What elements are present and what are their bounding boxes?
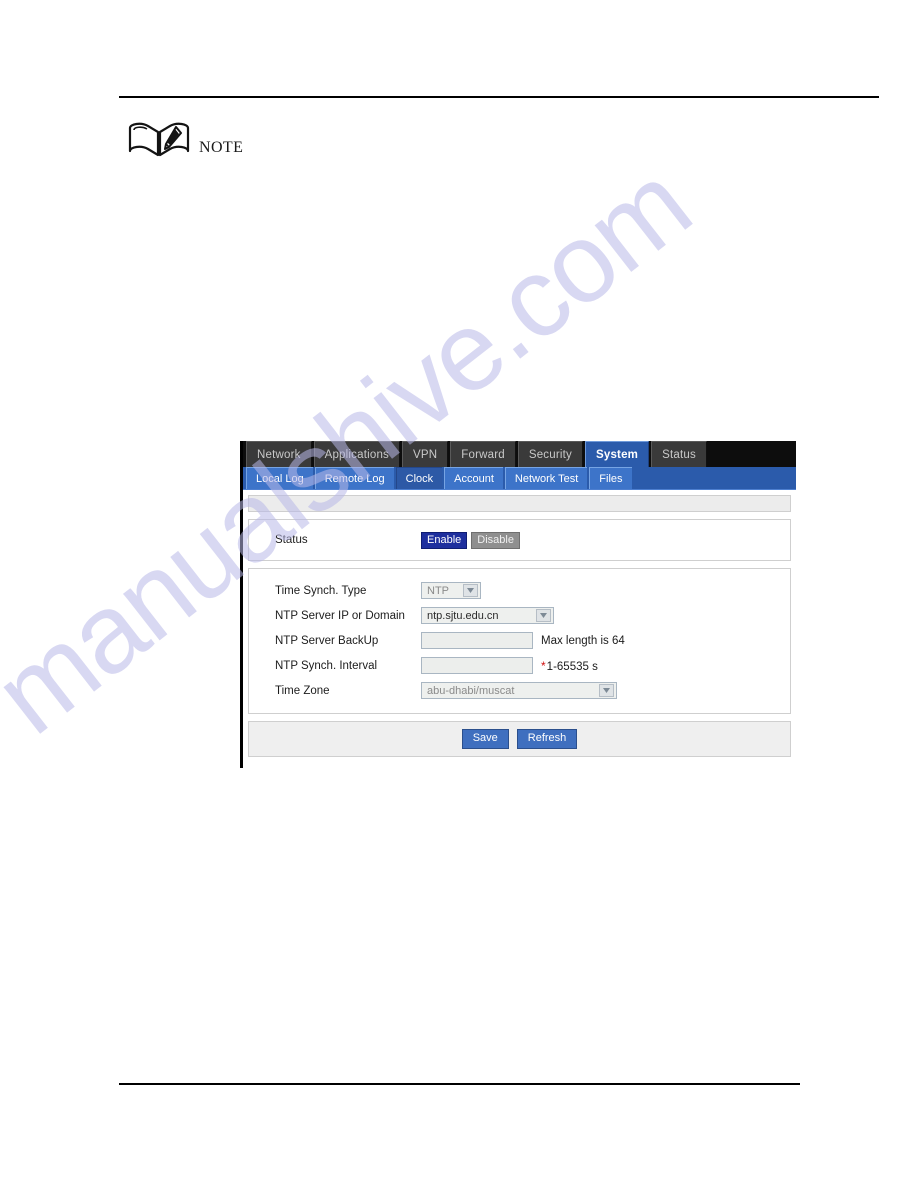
sub-tab-network-test-label: Network Test [514, 472, 579, 485]
refresh-button[interactable]: Refresh [516, 729, 578, 749]
sub-tab-local-log-label: Local Log [256, 472, 304, 485]
footer-rule [119, 1083, 800, 1085]
sub-tab-clock-label: Clock [405, 472, 434, 485]
sub-nav: Local Log Remote Log Clock Account Netwo… [243, 467, 796, 490]
time-sync-type-value: NTP [427, 584, 449, 597]
ntp-server-select[interactable]: ntp.sjtu.edu.cn [421, 607, 554, 624]
ntp-server-backup-label: NTP Server BackUp [275, 634, 379, 647]
chevron-down-icon[interactable] [599, 684, 614, 697]
time-zone-value: abu-dhabi/muscat [427, 684, 515, 697]
row-ntp-server: NTP Server IP or Domain ntp.sjtu.edu.cn [249, 603, 790, 628]
main-tab-forward[interactable]: Forward [450, 441, 516, 467]
ntp-server-backup-input[interactable] [421, 632, 533, 649]
main-nav: Network Applications VPN Forward Securit… [243, 441, 796, 467]
ntp-sync-interval-label: NTP Synch. Interval [275, 659, 378, 672]
sub-tab-account[interactable]: Account [444, 467, 503, 489]
main-tab-system-label: System [595, 448, 639, 461]
ntp-sync-interval-hint-text: 1-65535 s [546, 660, 598, 673]
status-toggle-group: Enable Disable [421, 531, 520, 549]
note-label: NOTE [199, 139, 244, 156]
status-enable-button[interactable]: Enable [421, 531, 468, 549]
status-disable-button[interactable]: Disable [471, 531, 520, 549]
status-label: Status [275, 534, 308, 546]
main-tab-network-label: Network [257, 448, 301, 461]
main-tab-status-label: Status [662, 448, 696, 461]
save-button[interactable]: Save [461, 729, 509, 749]
main-tab-applications[interactable]: Applications [313, 441, 400, 467]
sub-tab-files[interactable]: Files [589, 467, 632, 489]
ntp-server-value: ntp.sjtu.edu.cn [427, 609, 499, 622]
status-panel: Status Enable Disable [248, 519, 791, 561]
time-zone-select[interactable]: abu-dhabi/muscat [421, 682, 617, 699]
ntp-server-backup-hint: Max length is 64 [541, 634, 625, 647]
ntp-server-label: NTP Server IP or Domain [275, 609, 405, 622]
main-tab-network[interactable]: Network [246, 441, 312, 467]
main-tab-vpn[interactable]: VPN [402, 441, 449, 467]
chevron-down-icon[interactable] [463, 584, 478, 597]
main-tab-security[interactable]: Security [517, 441, 583, 467]
header-rule [119, 96, 879, 98]
ntp-sync-interval-hint: *1-65535 s [541, 659, 598, 673]
router-admin-ui: Network Applications VPN Forward Securit… [240, 441, 796, 768]
sub-tab-local-log[interactable]: Local Log [246, 467, 313, 489]
time-sync-type-select[interactable]: NTP [421, 582, 481, 599]
row-time-zone: Time Zone abu-dhabi/muscat [249, 678, 790, 703]
clock-settings-panel: Time Synch. Type NTP NTP Server IP or Do… [248, 568, 791, 714]
main-tab-vpn-label: VPN [413, 448, 438, 461]
time-zone-label: Time Zone [275, 684, 330, 697]
required-asterisk: * [541, 658, 546, 673]
ui-body: Status Enable Disable Time Synch. Type N… [243, 490, 796, 757]
main-tab-status[interactable]: Status [651, 441, 707, 467]
time-sync-type-label: Time Synch. Type [275, 584, 367, 597]
sub-tab-remote-log[interactable]: Remote Log [314, 467, 394, 489]
main-tab-system[interactable]: System [584, 441, 650, 467]
note-callout: NOTE [127, 120, 243, 160]
sub-tab-network-test[interactable]: Network Test [504, 467, 588, 489]
open-book-with-pen-icon [128, 122, 190, 157]
main-tab-applications-label: Applications [324, 448, 389, 461]
chevron-down-icon[interactable] [536, 609, 551, 622]
breadcrumb [248, 495, 791, 512]
row-ntp-server-backup: NTP Server BackUp Max length is 64 [249, 628, 790, 653]
row-time-sync-type: Time Synch. Type NTP [249, 578, 790, 603]
sub-tab-account-label: Account [454, 472, 494, 485]
action-button-bar: Save Refresh [248, 721, 791, 757]
main-tab-security-label: Security [528, 448, 572, 461]
main-tab-forward-label: Forward [461, 448, 505, 461]
row-ntp-sync-interval: NTP Synch. Interval *1-65535 s [249, 653, 790, 678]
sub-tab-clock[interactable]: Clock [395, 467, 443, 489]
ntp-sync-interval-input[interactable] [421, 657, 533, 674]
sub-tab-files-label: Files [599, 472, 623, 485]
sub-tab-remote-log-label: Remote Log [324, 472, 385, 485]
